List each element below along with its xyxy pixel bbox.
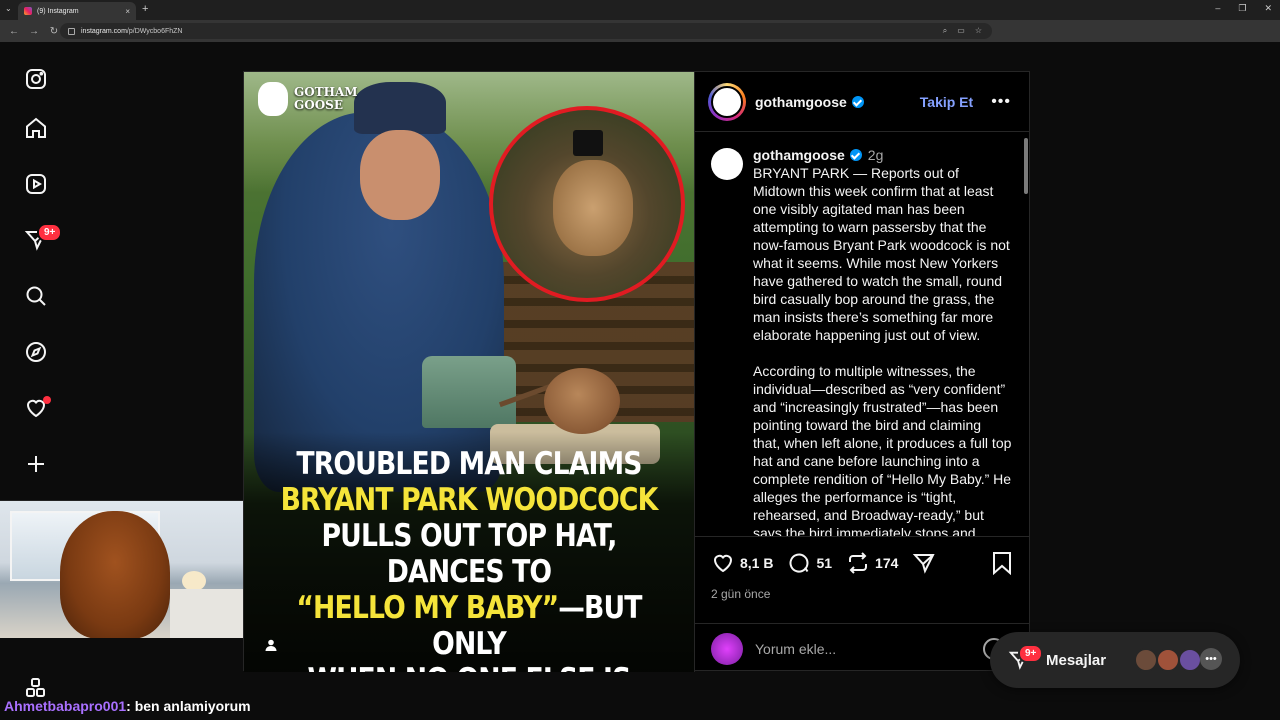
home-icon[interactable]: [22, 114, 50, 142]
post-image[interactable]: GOTHAM GOOSE TROUBLED MAN CLAIMS BRYANT …: [244, 72, 694, 672]
instagram-favicon-icon: [24, 7, 32, 15]
headline-line: “HELLO MY BABY”—BUT ONLY: [296, 590, 642, 662]
address-bar[interactable]: instagram.com/p/DWycbo6FhZN ⌕ ▭ ☆: [60, 23, 992, 39]
caption-avatar[interactable]: [711, 148, 743, 180]
bookmark-icon[interactable]: [991, 551, 1013, 576]
window-close-icon[interactable]: ✕: [1264, 3, 1272, 14]
stream-chat-message: Ahmetbabapro001: ben anlamiyorum: [4, 698, 251, 714]
reload-icon[interactable]: ↻: [48, 26, 60, 37]
verified-badge-icon: [849, 149, 862, 161]
tab-title: (9) Instagram: [37, 7, 79, 15]
save-button[interactable]: [991, 551, 1013, 580]
dancing-woodcock: [553, 160, 633, 256]
headline-line: BRYANT PARK WOODCOCK: [280, 482, 659, 518]
reels-icon[interactable]: [22, 170, 50, 198]
tagged-user-icon[interactable]: [264, 638, 278, 652]
post-date: 2 gün önce: [711, 587, 771, 601]
man-face: [360, 130, 440, 220]
post-side-panel: gothamgoose Takip Et ••• gothamgoose 2g B…: [694, 72, 1030, 672]
install-app-icon[interactable]: ▭: [957, 26, 965, 36]
like-heart-icon[interactable]: [711, 551, 735, 575]
conversation-avatar[interactable]: [1178, 648, 1202, 672]
caption-username[interactable]: gothamgoose: [753, 147, 845, 163]
caption-scrollbar[interactable]: [1024, 138, 1028, 194]
browser-toolbar: ← → ↻ instagram.com/p/DWycbo6FhZN ⌕ ▭ ☆ …: [0, 20, 1280, 56]
headline-line: PULLS OUT TOP HAT, DANCES TO: [321, 518, 617, 590]
post-options-icon[interactable]: •••: [991, 93, 1011, 111]
conversation-avatar[interactable]: [1134, 648, 1158, 672]
man-hat: [354, 82, 446, 134]
caption-time: 2g: [867, 147, 884, 163]
instagram-page: 9+ Ahmetbabapro001: ben anlamiyorum GOTH…: [0, 42, 1280, 720]
maximize-icon[interactable]: ❐: [1238, 3, 1246, 14]
follow-button[interactable]: Takip Et: [920, 94, 973, 110]
messages-badge: 9+: [37, 223, 63, 242]
explore-icon[interactable]: [22, 338, 50, 366]
create-plus-icon[interactable]: [22, 450, 50, 478]
conversation-avatar[interactable]: [1156, 648, 1180, 672]
url-host: instagram.com: [81, 27, 127, 35]
current-user-avatar: [711, 632, 743, 665]
post-caption: gothamgoose 2g BRYANT PARK — Reports out …: [695, 132, 1030, 536]
more-conversations-icon[interactable]: •••: [1200, 648, 1222, 670]
back-icon[interactable]: ←: [8, 26, 20, 37]
logo-text: GOTHAM GOOSE: [294, 85, 358, 112]
headline-line: TROUBLED MAN CLAIMS: [296, 446, 642, 482]
author-avatar[interactable]: [708, 82, 746, 121]
top-hat: [573, 130, 603, 156]
zoom-icon[interactable]: ⌕: [943, 26, 947, 36]
webcam-overlay: [0, 500, 244, 638]
site-info-icon[interactable]: [68, 27, 75, 35]
green-lunchbox: [422, 356, 516, 428]
woodcock-bird: [544, 368, 620, 434]
window-controls: – ❐ ✕: [1215, 3, 1272, 14]
bookmark-star-icon[interactable]: ☆: [975, 26, 982, 36]
notification-dot: [43, 396, 51, 404]
search-icon[interactable]: [22, 282, 50, 310]
webcam-lamp: [182, 571, 206, 591]
caption-paragraph: According to multiple witnesses, the ind…: [753, 363, 1012, 536]
post-modal: GOTHAM GOOSE TROUBLED MAN CLAIMS BRYANT …: [243, 71, 1030, 672]
repost-icon[interactable]: [846, 551, 870, 575]
goose-logo-icon: [258, 82, 288, 116]
recent-conversations: •••: [1134, 648, 1222, 672]
horse-mask-streamer: [60, 511, 170, 638]
new-tab-button[interactable]: +: [142, 3, 148, 15]
url-path: /p/DWycbo6FhZN: [126, 27, 183, 35]
dancing-woodcock-inset: [489, 106, 685, 302]
minimize-icon[interactable]: –: [1215, 3, 1220, 14]
comment-icon[interactable]: [787, 551, 811, 575]
messages-pill[interactable]: 9+ Mesajlar •••: [990, 632, 1240, 688]
comment-box: Yorum ekle...: [695, 623, 1030, 673]
image-headline: TROUBLED MAN CLAIMS BRYANT PARK WOODCOCK…: [276, 446, 663, 672]
post-header: gothamgoose Takip Et •••: [695, 72, 1029, 132]
instagram-logo-icon[interactable]: [22, 65, 50, 93]
share-icon[interactable]: [912, 551, 936, 575]
forward-icon[interactable]: →: [28, 26, 40, 37]
tab-search-icon[interactable]: ⌄: [5, 4, 12, 13]
webcam-desk: [170, 589, 244, 638]
post-actions: 8,1 B 51 174 2 gün önce Yorum ekle...: [695, 536, 1030, 672]
like-count[interactable]: 8,1 B: [740, 555, 773, 571]
messages-pill-badge: 9+: [1018, 644, 1044, 663]
caption-paragraph: BRYANT PARK — Reports out of Midtown thi…: [753, 165, 1010, 343]
browser-tab[interactable]: (9) Instagram ×: [18, 2, 136, 20]
gotham-goose-logo: GOTHAM GOOSE: [258, 82, 358, 116]
headline-line: WHEN NO ONE ELSE IS LOOKING: [276, 662, 663, 672]
repost-count[interactable]: 174: [875, 555, 898, 571]
comment-input[interactable]: Yorum ekle...: [755, 641, 836, 657]
tab-close-icon[interactable]: ×: [125, 7, 130, 16]
comment-count[interactable]: 51: [816, 555, 832, 571]
chat-text: : ben anlamiyorum: [126, 698, 251, 714]
verified-badge-icon: [851, 95, 864, 108]
chat-username: Ahmetbabapro001: [4, 698, 127, 714]
browser-tab-strip: ⌄ (9) Instagram × + – ❐ ✕: [0, 0, 1280, 20]
messages-label: Mesajlar: [1046, 651, 1107, 669]
author-username[interactable]: gothamgoose: [755, 94, 864, 110]
